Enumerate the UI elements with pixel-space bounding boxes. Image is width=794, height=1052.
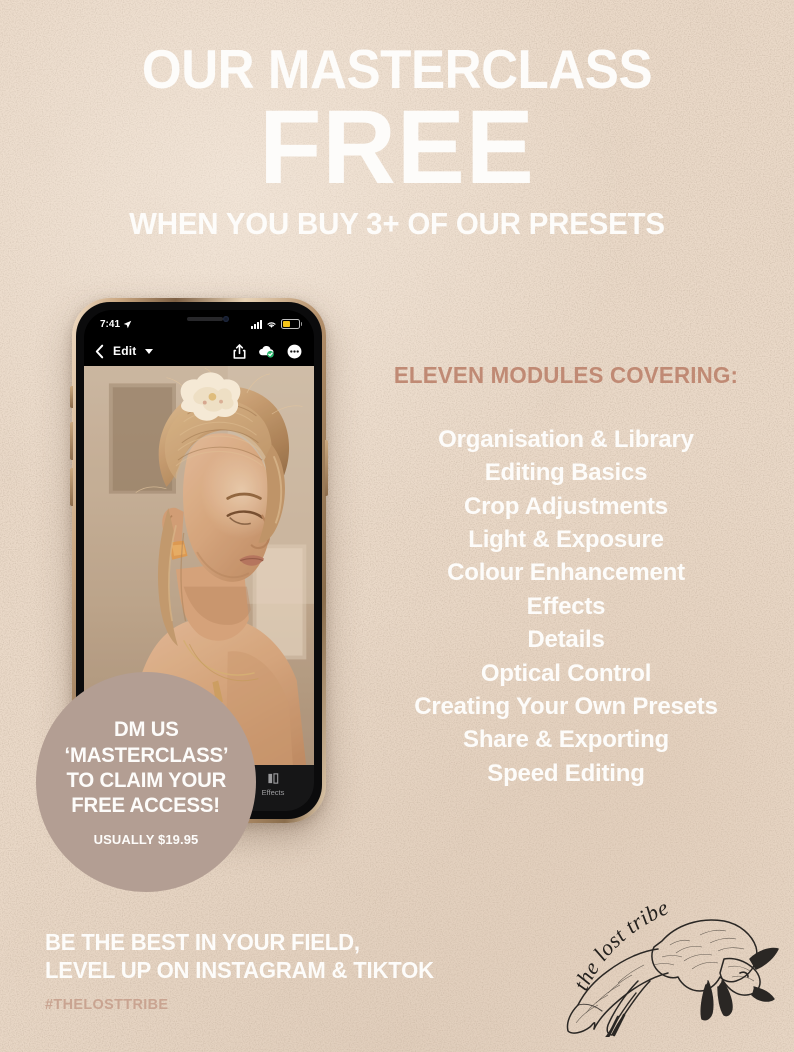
earpiece-speaker — [186, 317, 223, 321]
modules-list: Organisation & Library Editing Basics Cr… — [350, 423, 782, 790]
toolbar-left-group: Edit — [95, 344, 154, 359]
module-item: Details — [527, 626, 605, 654]
badge-line-3: TO CLAIM YOUR — [66, 769, 226, 792]
cloud-synced-icon[interactable] — [258, 344, 275, 358]
module-item: Light & Exposure — [468, 526, 664, 554]
badge-line-1: DM US — [113, 718, 179, 742]
module-item: Editing Basics — [484, 459, 648, 487]
status-time-group: 7:41 — [100, 319, 132, 330]
headline-subtitle: WHEN YOU BUY 3+ OF OUR PRESETS — [129, 206, 665, 242]
location-arrow-icon — [123, 320, 132, 328]
phone-notch — [147, 310, 251, 331]
poster-canvas: OUR MASTERCLASS FREE WHEN YOU BUY 3+ OF … — [0, 0, 794, 1052]
module-item: Share & Exporting — [463, 726, 669, 754]
badge-line-4: FREE ACCESS! — [71, 794, 221, 818]
hashtag: #THELOSTTRIBE — [45, 996, 169, 1014]
phone-volume-down — [70, 468, 73, 506]
more-options-icon[interactable] — [287, 344, 302, 359]
module-item: Effects — [526, 592, 606, 620]
footer-line-1: BE THE BEST IN YOUR FIELD, — [45, 929, 360, 955]
module-item: Creating Your Own Presets — [414, 692, 718, 720]
footer-line-2: LEVEL UP ON INSTAGRAM & TIKTOK — [45, 957, 434, 984]
front-camera — [223, 316, 229, 322]
module-item: Optical Control — [480, 659, 652, 687]
footer-block: BE THE BEST IN YOUR FIELD, LEVEL UP ON I… — [45, 928, 450, 1013]
share-icon[interactable] — [233, 343, 246, 359]
edit-menu-label[interactable]: Edit — [113, 344, 136, 358]
module-item: Speed Editing — [487, 759, 645, 787]
modules-section: ELEVEN MODULES COVERING: Organisation & … — [350, 362, 782, 790]
phone-mute-switch — [70, 386, 73, 408]
headline-free: FREE — [259, 88, 535, 206]
status-time-label: 7:41 — [100, 318, 121, 330]
svg-text:the lost tribe: the lost tribe — [568, 894, 672, 994]
photo-editor-toolbar: Edit — [84, 336, 314, 366]
modules-heading: ELEVEN MODULES COVERING: — [393, 362, 739, 388]
chevron-down-icon[interactable] — [145, 348, 154, 354]
module-item: Colour Enhancement — [447, 559, 685, 587]
badge-line-2: ‘MASTERCLASS’ — [64, 743, 228, 767]
status-icons-group — [251, 318, 302, 330]
editor-tab-label: Effects — [261, 788, 285, 797]
cellular-signal-icon — [251, 319, 262, 329]
battery-low-icon — [281, 318, 302, 330]
headline-block: OUR MASTERCLASS FREE WHEN YOU BUY 3+ OF … — [0, 42, 794, 242]
phone-power-button — [325, 440, 328, 496]
wifi-icon — [267, 321, 276, 328]
phone-volume-up — [70, 422, 73, 460]
module-item: Crop Adjustments — [464, 492, 668, 520]
promo-badge: DM US ‘MASTERCLASS’ TO CLAIM YOUR FREE A… — [36, 672, 256, 892]
toolbar-right-group — [233, 343, 302, 359]
logo-wordmark: the lost tribe — [568, 894, 672, 994]
badge-price: USUALLY $19.95 — [93, 831, 199, 847]
module-item: Organisation & Library — [438, 426, 694, 453]
brand-logo: the lost tribe — [558, 885, 790, 1037]
back-chevron-icon[interactable] — [95, 344, 104, 359]
effects-icon — [267, 773, 278, 784]
